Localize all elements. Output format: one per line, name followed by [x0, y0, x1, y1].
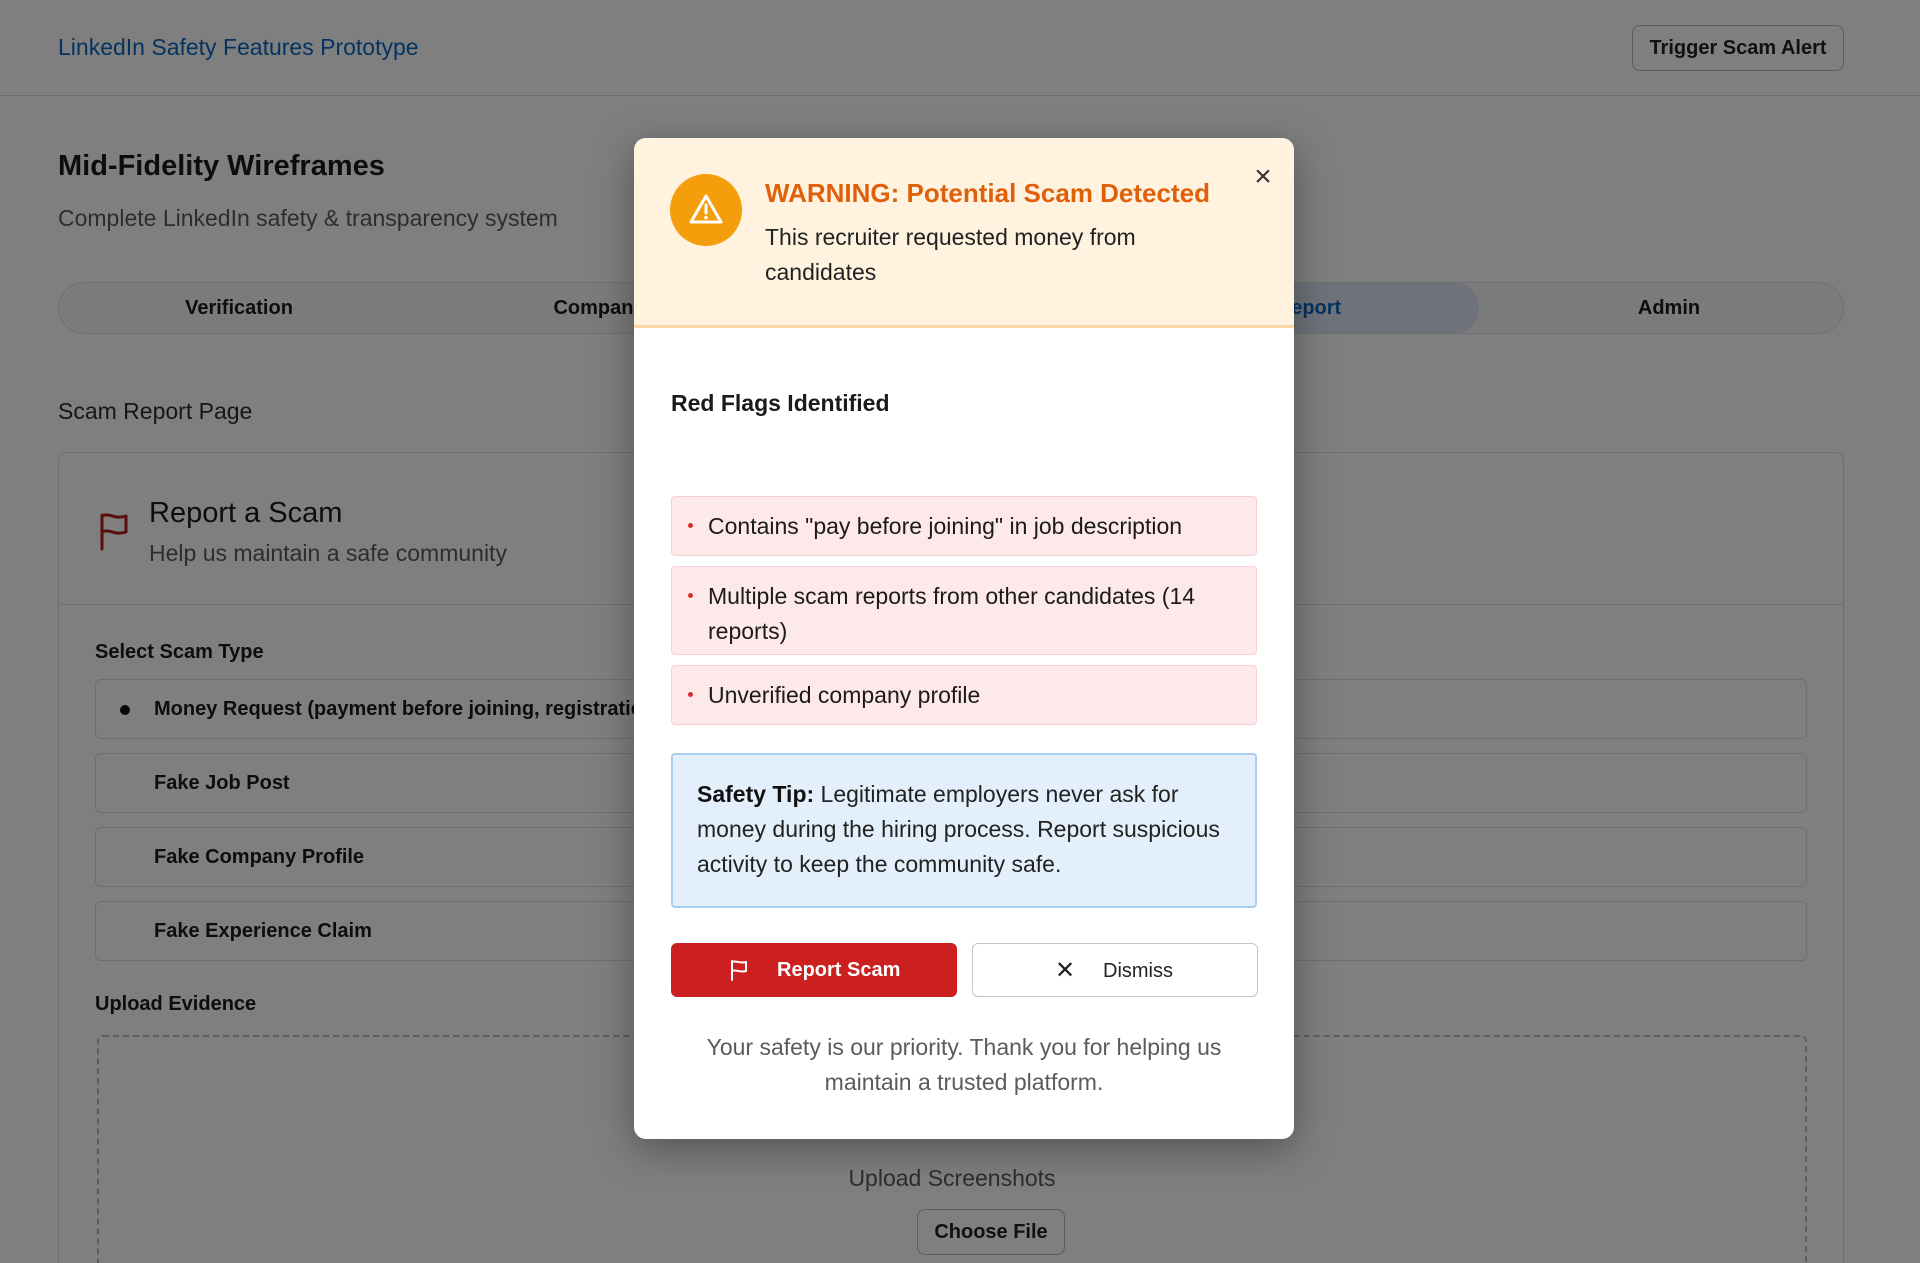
- red-flag-text: Contains "pay before joining" in job des…: [708, 513, 1183, 539]
- modal-header: WARNING: Potential Scam Detected This re…: [634, 138, 1294, 328]
- scam-alert-modal: WARNING: Potential Scam Detected This re…: [634, 138, 1294, 1139]
- dismiss-label: Dismiss: [1103, 960, 1173, 982]
- modal-title: WARNING: Potential Scam Detected: [765, 178, 1210, 208]
- warning-icon: [670, 174, 742, 246]
- report-scam-button[interactable]: Report Scam: [671, 943, 957, 997]
- flag-icon: [731, 960, 747, 981]
- safety-tip-box: Safety Tip: Legitimate employers never a…: [671, 753, 1257, 908]
- red-flag-item: Multiple scam reports from other candida…: [671, 566, 1257, 655]
- red-flag-text: Unverified company profile: [708, 682, 981, 708]
- modal-description: This recruiter requested money from cand…: [765, 224, 1136, 285]
- safety-tip-label: Safety Tip:: [697, 781, 815, 807]
- red-flags-title: Red Flags Identified: [671, 390, 890, 416]
- red-flag-text: Multiple scam reports from other candida…: [708, 583, 1196, 644]
- red-flag-item: Unverified company profile: [671, 665, 1257, 725]
- close-icon: ✕: [1055, 957, 1076, 984]
- bullet-icon: [688, 593, 693, 598]
- red-flag-item: Contains "pay before joining" in job des…: [671, 496, 1257, 556]
- dismiss-button[interactable]: ✕ Dismiss: [972, 943, 1258, 997]
- bullet-icon: [688, 692, 693, 697]
- modal-footer-text: Your safety is our priority. Thank you f…: [706, 1034, 1222, 1095]
- report-scam-label: Report Scam: [777, 959, 901, 981]
- bullet-icon: [688, 523, 693, 528]
- safety-tip-text: Safety Tip: Legitimate employers never a…: [697, 777, 1237, 882]
- close-icon[interactable]: ×: [1246, 160, 1280, 194]
